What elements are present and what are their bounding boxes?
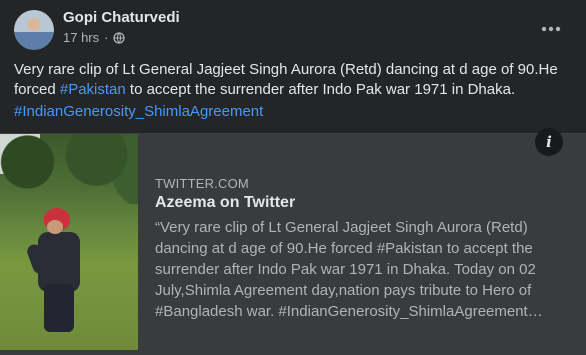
- more-options-button[interactable]: [536, 14, 566, 44]
- info-icon[interactable]: i: [535, 128, 563, 156]
- video-thumbnail[interactable]: [0, 134, 138, 350]
- post-header: Gopi Chaturvedi 17 hrs ·: [14, 8, 574, 52]
- thumbnail-person-legs: [44, 284, 74, 332]
- post-meta: 17 hrs ·: [63, 30, 126, 45]
- thumbnail-person-body: [38, 232, 80, 292]
- link-description: “Very rare clip of Lt General Jagjeet Si…: [155, 219, 543, 320]
- post-text: Very rare clip of Lt General Jagjeet Sin…: [14, 60, 574, 100]
- thumbnail-trees: [0, 134, 138, 204]
- author-name[interactable]: Gopi Chaturvedi: [63, 9, 180, 26]
- post-text-end: to accept the surrender after Indo Pak w…: [125, 81, 516, 98]
- link-preview-card[interactable]: i TWITTER.COM Azeema on Twitter “Very ra…: [0, 128, 586, 355]
- hashtag-pakistan-link[interactable]: #Pakistan: [60, 81, 126, 98]
- meta-separator: ·: [104, 30, 109, 45]
- more-horizontal-icon: [541, 26, 561, 32]
- link-title[interactable]: Azeema on Twitter: [155, 194, 295, 212]
- avatar[interactable]: [14, 10, 54, 50]
- link-domain: TWITTER.COM: [155, 176, 249, 191]
- hashtag-shimla-link[interactable]: #IndianGenerosity_ShimlaAgreement: [14, 103, 263, 120]
- thumbnail-person-face: [47, 220, 63, 234]
- post-time[interactable]: 17 hrs: [63, 30, 99, 45]
- globe-icon[interactable]: [113, 31, 126, 44]
